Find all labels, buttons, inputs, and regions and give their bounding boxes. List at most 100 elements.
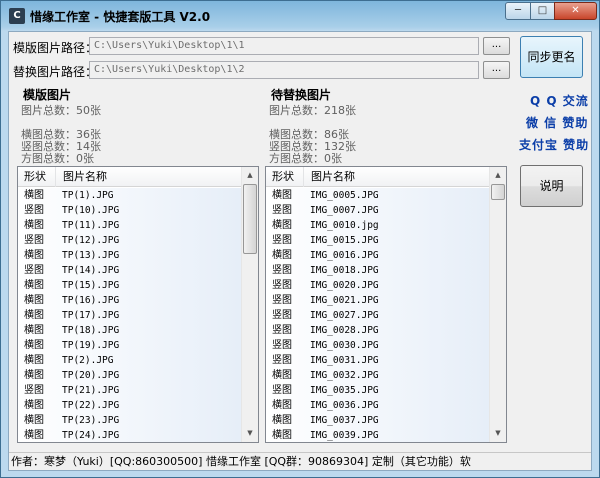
scroll-thumb[interactable] — [491, 184, 505, 200]
cell-shape: 横图 — [24, 220, 44, 231]
app-logo-icon: C — [9, 8, 25, 24]
scroll-thumb[interactable] — [243, 184, 257, 254]
list-item[interactable]: 横图 IMG_0032.JPG — [266, 368, 489, 383]
list-item[interactable]: 横图 TP(11).JPG — [18, 218, 241, 233]
sync-rename-button[interactable]: 同步更名 — [520, 36, 583, 78]
minimize-icon[interactable]: ─ — [505, 2, 531, 20]
list-item[interactable]: 横图 IMG_0010.jpg — [266, 218, 489, 233]
list-item[interactable]: 横图 IMG_0036.JPG — [266, 398, 489, 413]
cell-shape: 横图 — [272, 415, 292, 426]
cell-shape: 横图 — [272, 220, 292, 231]
list-header: 形状 图片名称 — [18, 167, 241, 187]
cell-shape: 竖图 — [272, 355, 292, 366]
list-item[interactable]: 横图 TP(15).JPG — [18, 278, 241, 293]
cell-shape: 竖图 — [272, 325, 292, 336]
list-item[interactable]: 横图 TP(20).JPG — [18, 368, 241, 383]
scroll-down-icon[interactable]: ▼ — [490, 425, 506, 442]
list-item[interactable]: 横图 TP(18).JPG — [18, 323, 241, 338]
template-path-field[interactable]: C:\Users\Yuki\Desktop\1\1 — [89, 37, 479, 55]
cell-filename: IMG_0016.JPG — [310, 250, 379, 261]
list-item[interactable]: 横图 TP(13).JPG — [18, 248, 241, 263]
title-bar[interactable]: C 惜缘工作室 - 快捷套版工具 V2.0 ─ □ ✕ — [1, 1, 599, 31]
list-item[interactable]: 横图 TP(16).JPG — [18, 293, 241, 308]
status-text: 作者：寒梦（Yuki）[QQ:860300500] 惜缘工作室 [QQ群：908… — [11, 455, 471, 468]
list-item[interactable]: 竖图 IMG_0020.JPG — [266, 278, 489, 293]
cell-shape: 竖图 — [272, 205, 292, 216]
cell-filename: IMG_0027.JPG — [310, 310, 379, 321]
cell-filename: TP(1).JPG — [62, 190, 114, 201]
list-item[interactable]: 竖图 IMG_0021.JPG — [266, 293, 489, 308]
list-item[interactable]: 横图 TP(24).JPG — [18, 428, 241, 442]
list-item[interactable]: 横图 TP(22).JPG — [18, 398, 241, 413]
cell-filename: TP(21).JPG — [62, 385, 120, 396]
replace-image-list[interactable]: 形状 图片名称 横图 IMG_0005.JPG 竖图 IMG_0007.JPG 横图 IM… — [265, 166, 507, 443]
cell-shape: 竖图 — [24, 235, 44, 246]
app-window: C 惜缘工作室 - 快捷套版工具 V2.0 ─ □ ✕ 模版图片路径： C:\U… — [0, 0, 600, 478]
alipay-sponsor-link[interactable]: 支付宝 赞助 — [519, 136, 589, 153]
list-item[interactable]: 竖图 TP(14).JPG — [18, 263, 241, 278]
template-browse-button[interactable]: ... — [483, 37, 510, 55]
scroll-down-icon[interactable]: ▼ — [242, 425, 258, 442]
list-item[interactable]: 横图 TP(23).JPG — [18, 413, 241, 428]
cell-filename: TP(17).JPG — [62, 310, 120, 321]
list-item[interactable]: 竖图 IMG_0030.JPG — [266, 338, 489, 353]
cell-filename: TP(16).JPG — [62, 295, 120, 306]
list-item[interactable]: 竖图 IMG_0028.JPG — [266, 323, 489, 338]
template-total-count: 图片总数：50张 — [21, 104, 101, 117]
cell-shape: 竖图 — [272, 265, 292, 276]
list-item[interactable]: 竖图 IMG_0015.JPG — [266, 233, 489, 248]
cell-shape: 横图 — [24, 370, 44, 381]
wechat-sponsor-link[interactable]: 微 信 赞助 — [526, 114, 588, 131]
cell-filename: TP(23).JPG — [62, 415, 120, 426]
column-header-name[interactable]: 图片名称 — [57, 167, 107, 187]
cell-filename: TP(13).JPG — [62, 250, 120, 261]
column-header-shape[interactable]: 形状 — [266, 167, 304, 187]
cell-filename: IMG_0015.JPG — [310, 235, 379, 246]
cell-filename: IMG_0010.jpg — [310, 220, 379, 231]
cell-filename: TP(14).JPG — [62, 265, 120, 276]
list-item[interactable]: 竖图 IMG_0007.JPG — [266, 203, 489, 218]
cell-filename: TP(11).JPG — [62, 220, 120, 231]
list-item[interactable]: 横图 IMG_0016.JPG — [266, 248, 489, 263]
replace-browse-button[interactable]: ... — [483, 61, 510, 79]
cell-shape: 竖图 — [272, 310, 292, 321]
list-item[interactable]: 横图 IMG_0037.JPG — [266, 413, 489, 428]
cell-shape: 横图 — [272, 250, 292, 261]
cell-filename: IMG_0031.JPG — [310, 355, 379, 366]
cell-filename: IMG_0036.JPG — [310, 400, 379, 411]
list-item[interactable]: 横图 TP(19).JPG — [18, 338, 241, 353]
scroll-up-icon[interactable]: ▲ — [490, 167, 506, 184]
vertical-scrollbar[interactable]: ▲ ▼ — [241, 167, 258, 442]
cell-shape: 竖图 — [24, 265, 44, 276]
list-item[interactable]: 竖图 IMG_0031.JPG — [266, 353, 489, 368]
client-area: 模版图片路径： C:\Users\Yuki\Desktop\1\1 ... 替换… — [8, 31, 592, 471]
maximize-icon[interactable]: □ — [530, 2, 555, 20]
list-item[interactable]: 横图 TP(1).JPG — [18, 188, 241, 203]
vertical-scrollbar[interactable]: ▲ ▼ — [489, 167, 506, 442]
qq-link[interactable]: Q Q 交流 — [530, 92, 589, 109]
list-item[interactable]: 竖图 IMG_0018.JPG — [266, 263, 489, 278]
cell-shape: 竖图 — [24, 205, 44, 216]
list-item[interactable]: 竖图 IMG_0035.JPG — [266, 383, 489, 398]
column-header-name[interactable]: 图片名称 — [305, 167, 355, 187]
list-item[interactable]: 横图 IMG_0005.JPG — [266, 188, 489, 203]
close-icon[interactable]: ✕ — [554, 2, 597, 20]
list-item[interactable]: 竖图 TP(10).JPG — [18, 203, 241, 218]
cell-shape: 横图 — [24, 295, 44, 306]
cell-filename: TP(2).JPG — [62, 355, 114, 366]
help-button[interactable]: 说明 — [520, 165, 583, 207]
list-item[interactable]: 竖图 TP(12).JPG — [18, 233, 241, 248]
column-header-shape[interactable]: 形状 — [18, 167, 56, 187]
cell-shape: 竖图 — [272, 385, 292, 396]
list-rows: 横图 TP(1).JPG 竖图 TP(10).JPG 横图 TP(11).JPG 竖图 TP(… — [18, 188, 241, 442]
list-item[interactable]: 横图 TP(17).JPG — [18, 308, 241, 323]
list-item[interactable]: 竖图 TP(21).JPG — [18, 383, 241, 398]
template-panel-title: 模版图片 — [23, 88, 72, 102]
template-image-list[interactable]: 形状 图片名称 横图 TP(1).JPG 竖图 TP(10).JPG 横图 TP(11).… — [17, 166, 259, 443]
list-item[interactable]: 竖图 IMG_0027.JPG — [266, 308, 489, 323]
scroll-up-icon[interactable]: ▲ — [242, 167, 258, 184]
list-item[interactable]: 横图 IMG_0039.JPG — [266, 428, 489, 442]
replace-path-field[interactable]: C:\Users\Yuki\Desktop\1\2 — [89, 61, 479, 79]
list-item[interactable]: 横图 TP(2).JPG — [18, 353, 241, 368]
cell-filename: IMG_0030.JPG — [310, 340, 379, 351]
